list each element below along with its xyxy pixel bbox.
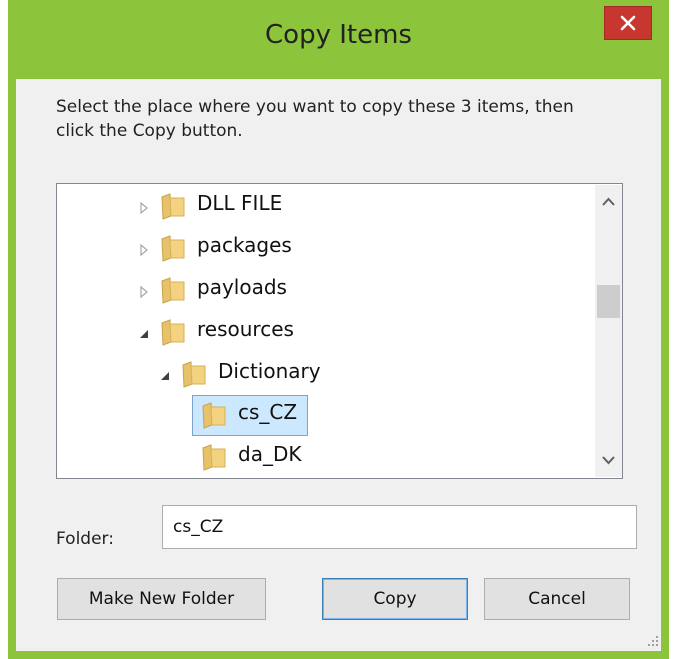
dialog-title: Copy Items	[265, 20, 412, 50]
scroll-up-button[interactable]	[595, 185, 622, 219]
tree-item-packages[interactable]: packages	[57, 231, 593, 269]
folder-icon	[161, 235, 185, 262]
folder-label: Folder:	[56, 529, 114, 549]
dialog-body: Select the place where you want to copy …	[16, 79, 661, 651]
tree-item-label: cs_CZ	[238, 400, 298, 424]
folder-icon	[161, 319, 185, 346]
folder-input[interactable]	[162, 505, 637, 549]
folder-icon	[161, 277, 185, 304]
tree-item-dictionary[interactable]: Dictionary	[57, 357, 593, 395]
cancel-button[interactable]: Cancel	[484, 578, 630, 620]
tree-item-resources[interactable]: resources	[57, 315, 593, 353]
tree-item-cs-cz[interactable]: cs_CZ	[57, 398, 593, 436]
copy-items-dialog: Copy Items Select the place where you wa…	[8, 0, 669, 659]
copy-button[interactable]: Copy	[322, 578, 468, 620]
collapse-arrow-icon[interactable]	[138, 328, 150, 340]
vertical-scrollbar[interactable]	[595, 185, 622, 477]
expand-arrow-icon[interactable]	[138, 202, 150, 214]
chevron-down-icon	[602, 456, 615, 465]
expand-arrow-icon[interactable]	[138, 244, 150, 256]
make-new-folder-button[interactable]: Make New Folder	[57, 578, 266, 620]
folder-icon	[202, 444, 226, 471]
folder-icon	[161, 193, 185, 220]
collapse-arrow-icon[interactable]	[159, 370, 171, 382]
folder-tree[interactable]: DLL FILE packages payloads resources Dic…	[56, 183, 623, 479]
folder-icon	[202, 402, 226, 429]
tree-item-label: payloads	[197, 275, 287, 299]
folder-icon	[182, 361, 206, 388]
title-bar[interactable]: Copy Items	[8, 0, 669, 79]
tree-item-label: packages	[197, 233, 292, 257]
resize-grip-icon[interactable]	[647, 635, 659, 647]
scroll-thumb[interactable]	[597, 285, 620, 318]
tree-item-label: da_DK	[238, 442, 302, 466]
tree-item-dll-file[interactable]: DLL FILE	[57, 189, 593, 227]
tree-item-label: DLL FILE	[197, 191, 283, 215]
tree-item-payloads[interactable]: payloads	[57, 273, 593, 311]
scroll-down-button[interactable]	[595, 443, 622, 477]
tree-item-label: resources	[197, 317, 294, 341]
chevron-up-icon	[602, 197, 615, 206]
tree-item-da-dk[interactable]: da_DK	[57, 440, 593, 478]
close-button[interactable]	[604, 6, 652, 40]
expand-arrow-icon[interactable]	[138, 286, 150, 298]
close-icon	[620, 15, 636, 31]
instruction-text: Select the place where you want to copy …	[56, 97, 574, 141]
tree-item-label: Dictionary	[218, 359, 321, 383]
